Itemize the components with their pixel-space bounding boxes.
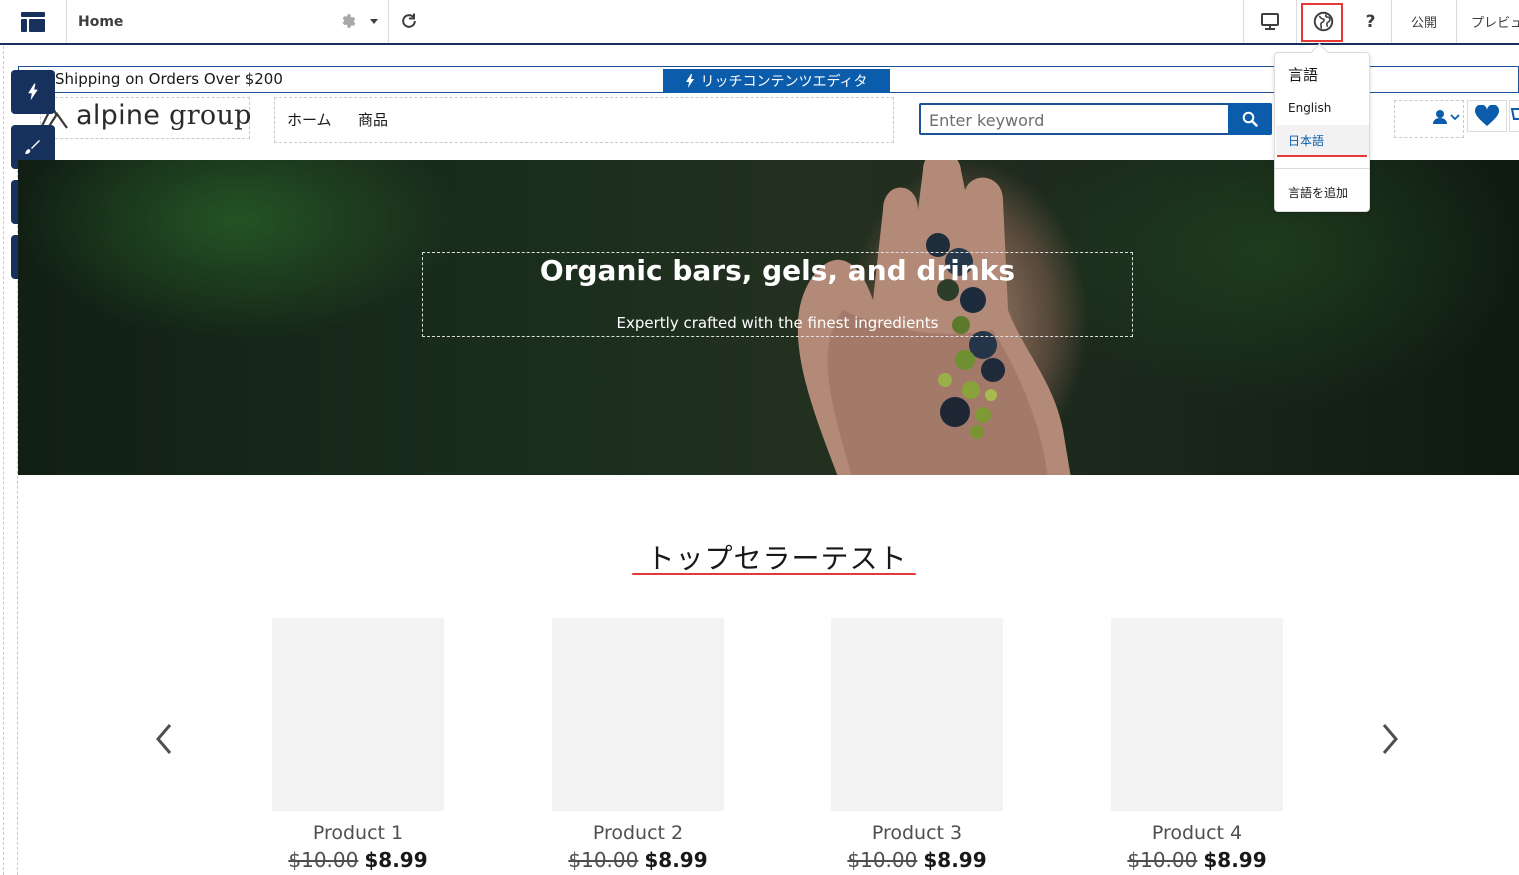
search-icon — [1242, 111, 1258, 127]
original-price: $10.00 — [847, 848, 918, 872]
cart-button[interactable] — [1509, 100, 1519, 132]
bolt-icon — [686, 74, 695, 88]
language-dropdown: 言語 English 日本語 言語を追加 — [1274, 43, 1370, 212]
page-selector[interactable]: Home — [66, 0, 389, 43]
product-name[interactable]: Product 4 — [1111, 822, 1283, 844]
nav-item-home[interactable]: ホーム — [287, 109, 332, 130]
product-card[interactable]: Product 4 $10.00 $8.99 — [1111, 618, 1283, 872]
hero-subtitle: Expertly crafted with the finest ingredi… — [616, 314, 939, 332]
wishlist-button[interactable] — [1467, 100, 1507, 132]
product-name[interactable]: Product 1 — [272, 822, 444, 844]
language-option-english[interactable]: English — [1276, 93, 1369, 123]
rich-content-editor-label: リッチコンテンツエディタ — [700, 74, 868, 90]
heart-icon — [1474, 105, 1500, 126]
best-sellers-title: トップセラーテスト — [646, 542, 908, 575]
search-button[interactable] — [1228, 103, 1271, 135]
desktop-icon — [1261, 12, 1279, 30]
product-name[interactable]: Product 3 — [831, 822, 1003, 844]
nav-item-products[interactable]: 商品 — [358, 109, 388, 130]
original-price: $10.00 — [568, 848, 639, 872]
language-menu-header: 言語 — [1288, 66, 1319, 84]
page-name: Home — [78, 13, 124, 30]
original-price: $10.00 — [288, 848, 359, 872]
canvas-border — [3, 46, 4, 875]
product-image[interactable] — [831, 618, 1003, 811]
device-preview-button[interactable] — [1243, 0, 1296, 43]
builder-toolbar: Home ? 公開 プレビュ — [0, 0, 1519, 45]
carousel-prev-icon[interactable] — [154, 722, 174, 756]
app-menu-icon — [21, 11, 45, 32]
gear-icon[interactable] — [340, 12, 358, 30]
search-input[interactable]: Enter keyword — [929, 111, 1044, 130]
components-tool-button[interactable] — [11, 70, 55, 114]
original-price: $10.00 — [1127, 848, 1198, 872]
logo-text: alpine group — [76, 100, 252, 131]
globe-highlight — [1301, 3, 1343, 42]
add-language-option[interactable]: 言語を追加 — [1276, 177, 1369, 207]
sale-price: $8.99 — [1203, 848, 1267, 872]
chevron-down-icon[interactable] — [370, 19, 378, 24]
product-prices: $10.00 $8.99 — [831, 848, 1003, 872]
sale-price: $8.99 — [364, 848, 428, 872]
selected-language-underline — [1277, 155, 1367, 157]
product-card[interactable]: Product 2 $10.00 $8.99 — [552, 618, 724, 872]
product-card[interactable]: Product 1 $10.00 $8.99 — [272, 618, 444, 872]
help-button[interactable]: ? — [1350, 0, 1391, 43]
refresh-icon[interactable] — [399, 11, 419, 31]
product-image[interactable] — [552, 618, 724, 811]
rich-content-editor-badge[interactable]: リッチコンテンツエディタ — [663, 69, 890, 93]
sale-price: $8.99 — [644, 848, 708, 872]
announcement-text: Shipping on Orders Over $200 — [55, 70, 283, 88]
product-card[interactable]: Product 3 $10.00 $8.99 — [831, 618, 1003, 872]
product-prices: $10.00 $8.99 — [1111, 848, 1283, 872]
carousel-next-icon[interactable] — [1380, 722, 1400, 756]
user-chevron-icon — [1433, 110, 1460, 124]
preview-button[interactable]: プレビュ — [1456, 0, 1519, 43]
product-prices: $10.00 $8.99 — [272, 848, 444, 872]
logo-word-alpine: alpine — [76, 100, 161, 131]
cart-icon — [1510, 108, 1519, 120]
product-prices: $10.00 $8.99 — [552, 848, 724, 872]
dropdown-nub — [1310, 43, 1329, 62]
search-bar: Enter keyword — [919, 103, 1272, 135]
hero-title: Organic bars, gels, and drinks — [539, 254, 1016, 287]
logo-word-group: group — [169, 100, 252, 131]
sale-price: $8.99 — [923, 848, 987, 872]
app-menu-button[interactable] — [0, 0, 67, 43]
bolt-icon — [28, 83, 38, 101]
publish-button[interactable]: 公開 — [1391, 0, 1456, 43]
language-option-japanese[interactable]: 日本語 — [1276, 125, 1369, 155]
product-image[interactable] — [1111, 618, 1283, 811]
product-name[interactable]: Product 2 — [552, 822, 724, 844]
brush-icon — [25, 140, 40, 154]
language-menu-divider — [1275, 168, 1369, 169]
title-highlight-underline — [632, 573, 916, 575]
product-image[interactable] — [272, 618, 444, 811]
